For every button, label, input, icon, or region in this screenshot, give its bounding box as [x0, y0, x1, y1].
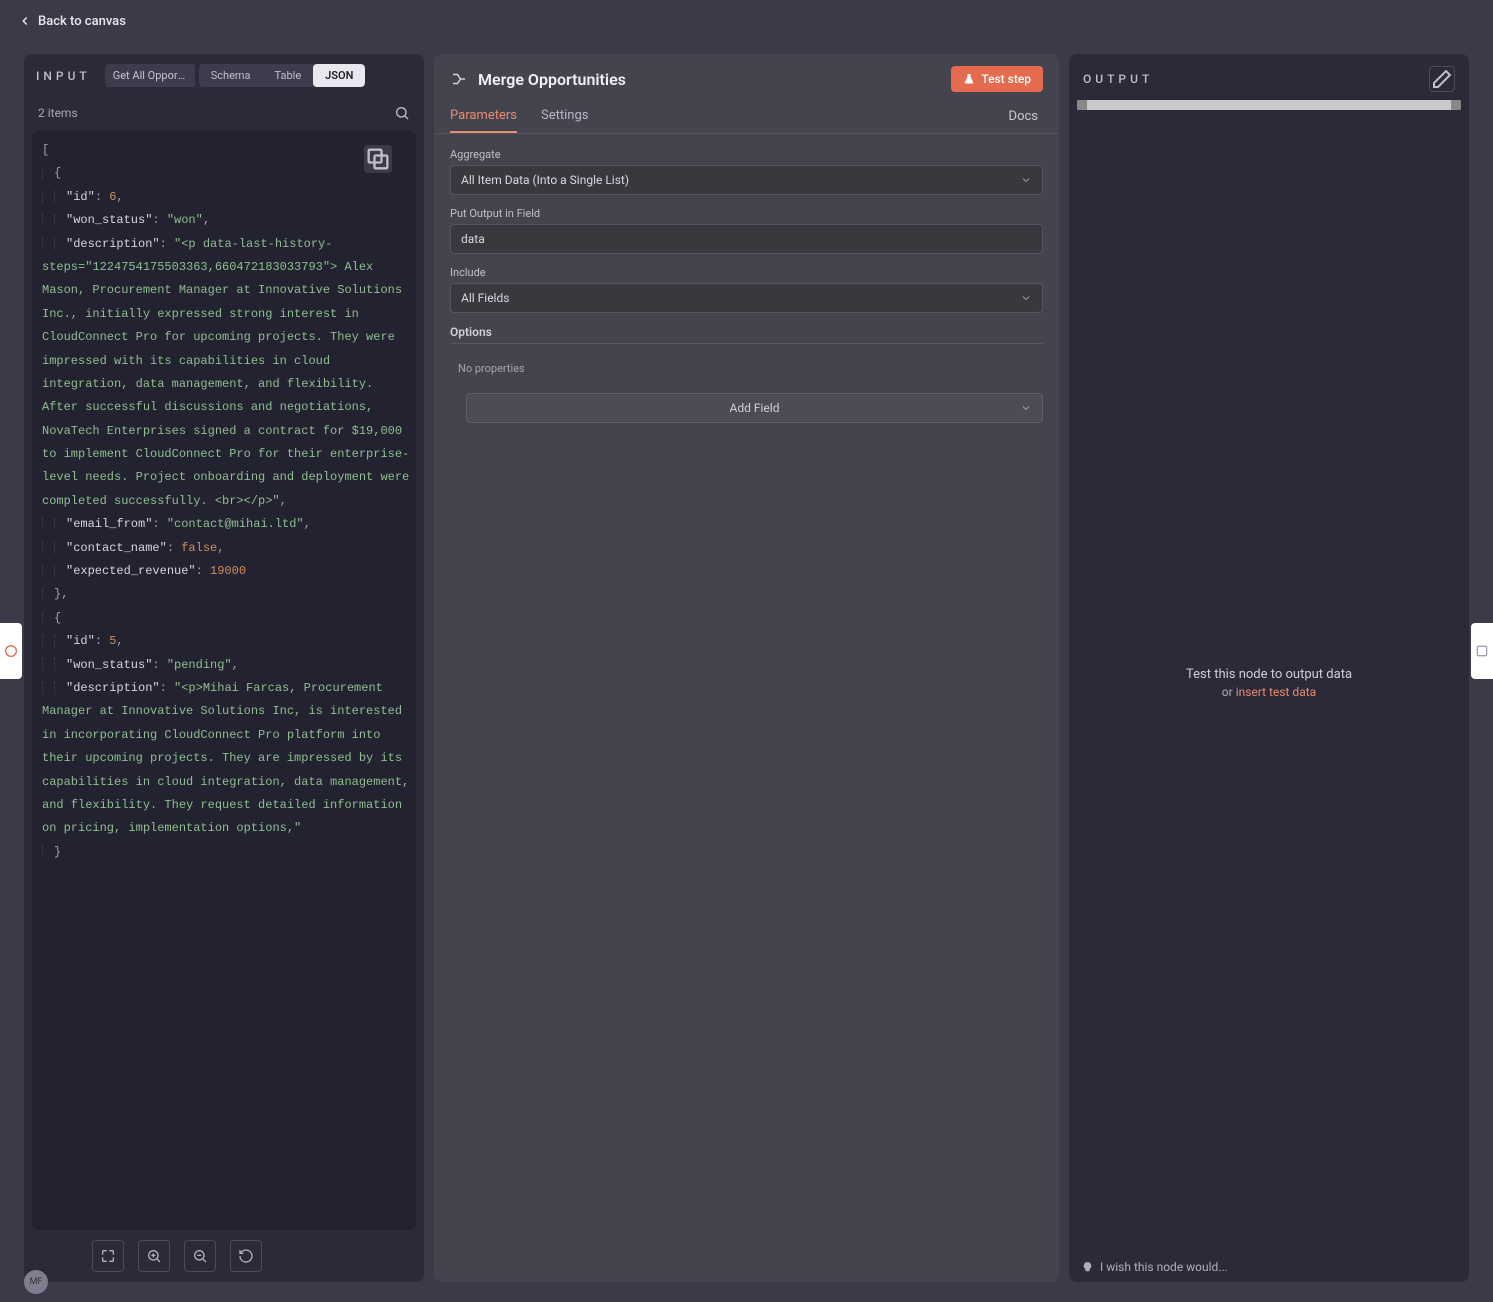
next-node-handle[interactable] [1471, 623, 1493, 679]
flask-icon [963, 73, 975, 85]
docs-link[interactable]: Docs [1009, 109, 1043, 124]
options-heading: Options [450, 325, 1043, 344]
fullscreen-button[interactable] [92, 1240, 124, 1272]
input-panel: INPUT Get All Opportunities Schema Table… [24, 54, 424, 1282]
wish-text: I wish this node would... [1100, 1260, 1228, 1274]
include-value: All Fields [461, 291, 509, 305]
put-output-input[interactable]: data [450, 224, 1043, 254]
add-field-label: Add Field [730, 401, 780, 415]
add-field-button[interactable]: Add Field [466, 393, 1043, 423]
avatar[interactable]: MF [24, 1270, 48, 1294]
aggregate-value: All Item Data (Into a Single List) [461, 173, 629, 187]
fullscreen-icon [100, 1248, 116, 1264]
node-icon [1474, 643, 1490, 659]
test-step-label: Test step [981, 72, 1031, 86]
output-title: OUTPUT [1083, 72, 1153, 86]
view-tabs: Schema Table JSON [199, 64, 366, 87]
put-output-label: Put Output in Field [450, 207, 1043, 220]
json-scroll[interactable]: [ { "id": 6, "won_status": "won", "descr… [32, 131, 416, 1230]
arrow-left-icon [18, 14, 32, 28]
json-content: [ { "id": 6, "won_status": "won", "descr… [42, 139, 416, 864]
chevron-down-icon [1020, 292, 1032, 304]
pencil-icon [1430, 67, 1454, 91]
output-message: Test this node to output data [1186, 667, 1352, 682]
aggregate-label: Aggregate [450, 148, 1043, 161]
json-code-area: [ { "id": 6, "won_status": "won", "descr… [32, 131, 416, 1230]
reset-icon [238, 1248, 254, 1264]
chevron-down-icon [1020, 402, 1032, 414]
copy-button[interactable] [364, 145, 392, 173]
edit-output-button[interactable] [1429, 66, 1455, 92]
zoom-out-icon [192, 1248, 208, 1264]
include-select[interactable]: All Fields [450, 283, 1043, 313]
put-output-value: data [461, 232, 485, 246]
aggregate-select[interactable]: All Item Data (Into a Single List) [450, 165, 1043, 195]
merge-icon [450, 70, 468, 88]
tab-settings[interactable]: Settings [541, 100, 588, 133]
zoom-in-button[interactable] [138, 1240, 170, 1272]
copy-icon [364, 145, 392, 173]
wish-feedback-bar[interactable]: I wish this node would... [1069, 1252, 1469, 1282]
search-icon[interactable] [394, 105, 410, 121]
back-to-canvas-link[interactable]: Back to canvas [18, 14, 126, 29]
prev-node-handle[interactable] [0, 623, 22, 679]
output-panel: OUTPUT Test this node to output data or … [1069, 54, 1469, 1282]
zoom-in-icon [146, 1248, 162, 1264]
node-icon [3, 643, 19, 659]
zoom-out-button[interactable] [184, 1240, 216, 1272]
no-properties-text: No properties [450, 356, 1043, 381]
input-breadcrumb[interactable]: Get All Opportunities [105, 64, 195, 87]
include-label: Include [450, 266, 1043, 279]
view-tab-schema[interactable]: Schema [199, 64, 263, 87]
back-label: Back to canvas [38, 14, 126, 29]
insert-test-data-link[interactable]: insert test data [1236, 685, 1317, 699]
config-panel: Merge Opportunities Test step Parameters… [434, 54, 1059, 1282]
view-tab-json[interactable]: JSON [313, 64, 365, 87]
tab-parameters[interactable]: Parameters [450, 100, 517, 133]
input-title: INPUT [36, 69, 91, 83]
output-submessage: or insert test data [1222, 685, 1316, 699]
test-step-button[interactable]: Test step [951, 66, 1043, 92]
lightbulb-icon [1081, 1261, 1094, 1274]
reset-button[interactable] [230, 1240, 262, 1272]
avatar-initials: MF [30, 1277, 43, 1287]
chevron-down-icon [1020, 174, 1032, 186]
docs-label: Docs [1009, 109, 1038, 124]
output-sub-prefix: or [1222, 685, 1236, 699]
view-tab-table[interactable]: Table [263, 64, 314, 87]
items-count: 2 items [38, 106, 78, 120]
output-horizontal-scrollbar[interactable] [1077, 100, 1461, 110]
config-title-text: Merge Opportunities [478, 70, 626, 89]
